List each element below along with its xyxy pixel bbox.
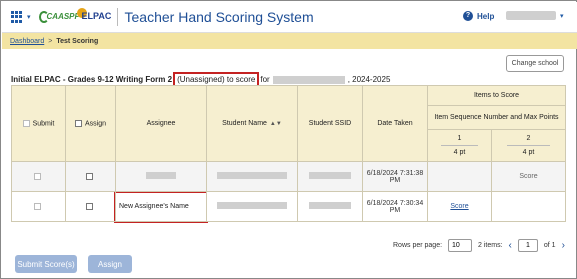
submit-all-checkbox[interactable] (22, 119, 30, 127)
breadcrumb: Dashboard > Test Scoring (2, 33, 577, 49)
table-row: New Assignee's Name 6/18/2024 7:30:34 PM… (11, 190, 567, 223)
col-assign: Assign (65, 85, 116, 162)
page-number-input[interactable] (517, 239, 538, 252)
page-title-year: , 2024-2025 (347, 75, 391, 84)
table-row: 6/18/2024 7:31:38 PM Score (11, 161, 567, 192)
page-title-for: for (260, 75, 270, 84)
submit-scores-button[interactable]: Submit Score(s) (15, 255, 77, 273)
submit-cell (11, 191, 66, 222)
app-grid-icon[interactable] (11, 11, 23, 23)
page-title-prefix: Initial ELPAC - Grades 9-12 Writing Form… (11, 75, 173, 84)
student-ssid-cell (297, 191, 363, 222)
col-student-ssid-label: Student SSID (308, 120, 352, 127)
assign-cell (65, 191, 116, 222)
page-of-label: of 1 (543, 242, 556, 249)
col-items-to-score-label: Items to Score (473, 92, 520, 99)
rows-per-page-select[interactable] (448, 239, 473, 252)
col-item-sequence-label: Item Sequence Number and Max Points (434, 114, 559, 121)
item-2-score: Score (490, 161, 567, 192)
col-assign-label: Assign (84, 120, 106, 128)
change-school-button[interactable]: Change school (506, 55, 564, 72)
col-item-1: 1 4 pt (427, 129, 492, 162)
item-1-cell (427, 161, 492, 192)
col-submit-label: Submit (32, 120, 55, 128)
student-name-redacted (217, 202, 287, 209)
col-assignee: Assignee (115, 85, 207, 162)
breadcrumb-separator: > (48, 37, 53, 45)
user-name-redacted (506, 11, 556, 20)
student-ssid-cell (297, 161, 363, 192)
col-item-sequence: Item Sequence Number and Max Points (426, 105, 567, 130)
pagination: Rows per page: 2 items: ‹ of 1 › (393, 239, 565, 252)
elpac-logo: ELPAC (76, 8, 111, 26)
items-count-label: 2 items: (478, 242, 503, 249)
assign-all-checkbox[interactable] (74, 119, 82, 127)
col-date-taken-label: Date Taken (377, 120, 413, 127)
col-date-taken: Date Taken (362, 85, 428, 162)
item-1-number: 1 (457, 135, 462, 142)
chevron-down-icon[interactable]: ▾ (27, 13, 31, 21)
breadcrumb-current: Test Scoring (56, 37, 99, 45)
sort-icon[interactable]: ▲▼ (270, 121, 282, 127)
school-name-redacted (272, 75, 345, 84)
student-name-redacted (217, 172, 287, 179)
col-item-2: 2 4 pt (490, 129, 567, 162)
col-student-name[interactable]: Student Name ▲▼ (206, 85, 298, 162)
student-ssid-redacted (309, 172, 351, 179)
assign-cell (65, 161, 116, 192)
date-taken-cell: 6/18/2024 7:30:34 PM (362, 191, 428, 222)
breadcrumb-dashboard[interactable]: Dashboard (10, 38, 44, 45)
col-assignee-label: Assignee (146, 120, 176, 127)
rows-per-page-label: Rows per page: (393, 242, 443, 249)
app-title: Teacher Hand Scoring System (124, 9, 314, 25)
new-assignee-name: New Assignee's Name (114, 190, 208, 223)
col-student-name-label: Student Name (222, 120, 267, 127)
student-name-cell (206, 191, 298, 222)
student-name-cell (206, 161, 298, 192)
submit-checkbox[interactable] (33, 202, 41, 210)
item-2-points: 4 pt (522, 149, 535, 156)
assign-checkbox[interactable] (85, 202, 93, 210)
item-2-number: 2 (526, 135, 531, 142)
col-items-to-score: Items to Score (426, 85, 567, 106)
help-link[interactable]: ? Help (463, 11, 494, 21)
item-1-points: 4 pt (453, 149, 466, 156)
col-submit: Submit (11, 85, 66, 162)
chevron-down-icon: ▾ (560, 12, 564, 20)
assign-checkbox[interactable] (85, 172, 93, 180)
scoring-table: Submit Assign Assignee Student Name ▲▼ St… (11, 85, 567, 223)
caaspp-logo: CAASPP (38, 10, 80, 24)
submit-cell (11, 161, 66, 192)
col-student-ssid: Student SSID (297, 85, 363, 162)
date-taken-cell: 6/18/2024 7:31:38 PM (362, 161, 428, 192)
help-label: Help (477, 11, 495, 21)
assignee-redacted (146, 172, 176, 179)
assign-button[interactable]: Assign (88, 255, 132, 273)
student-ssid-redacted (309, 202, 351, 209)
submit-checkbox[interactable] (33, 172, 41, 180)
assignee-cell: New Assignee's Name (114, 190, 208, 223)
item-2-cell (490, 191, 567, 222)
item-1-cell: Score (427, 191, 492, 222)
app-window: ▾ CAASPP ELPAC Teacher Hand Scoring Syst… (0, 0, 577, 279)
next-page-icon[interactable]: › (562, 240, 565, 251)
header-divider (116, 8, 118, 26)
help-icon: ? (463, 11, 473, 21)
assignee-cell (115, 161, 207, 192)
user-menu[interactable]: ▾ (506, 11, 564, 20)
prev-page-icon[interactable]: ‹ (509, 240, 512, 251)
item-1-score-link[interactable]: Score (450, 203, 468, 210)
